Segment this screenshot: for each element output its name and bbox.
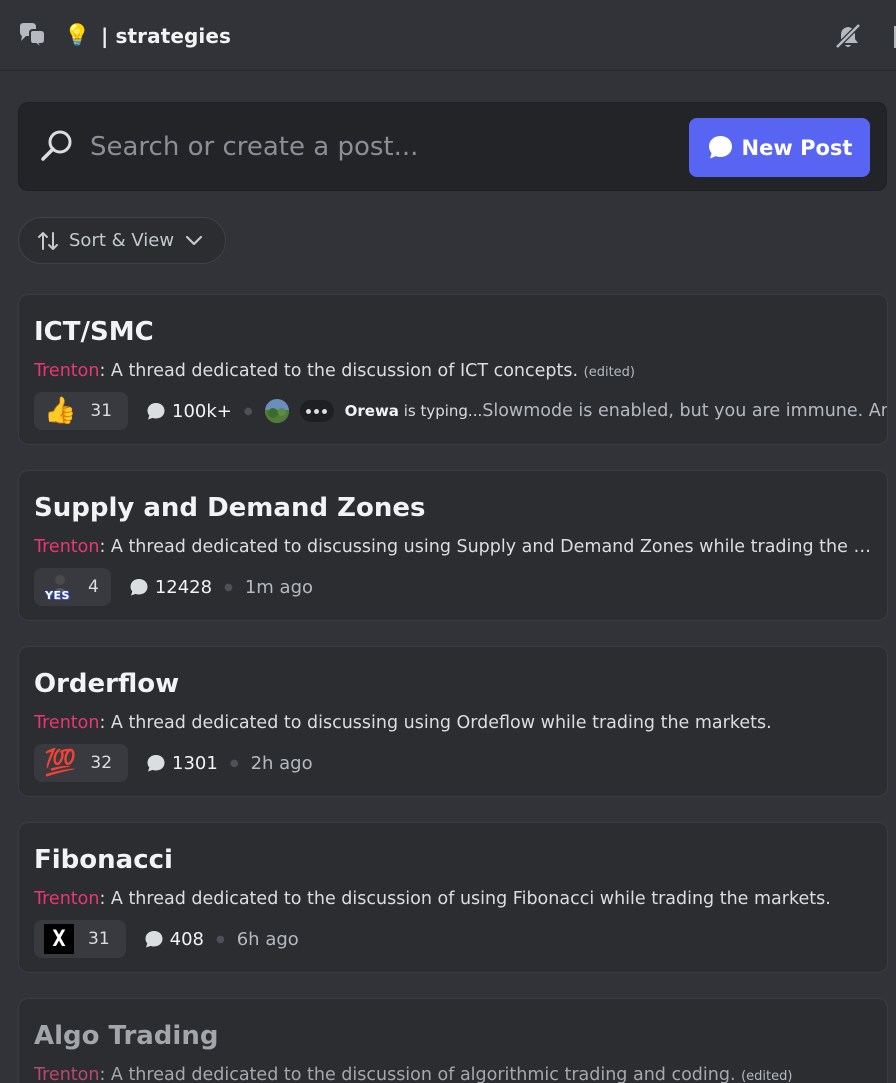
reaction-count: 32 [90,753,113,773]
post-title: ICT/SMC [34,317,154,347]
reaction-button[interactable]: X 31 [34,920,126,958]
last-activity-time: 1m ago [244,576,314,598]
separator-dot: ● [243,405,253,417]
message-count-value: 408 [169,928,204,950]
post-snippet: Trenton: A thread dedicated to discussin… [34,711,874,735]
search-icon [41,130,72,161]
snippet-text: : A thread dedicated to discussing using… [99,537,874,557]
channel-emoji: 💡 [64,23,91,47]
reaction-count: 31 [88,929,110,949]
chevron-down-icon [185,235,203,245]
thumbs-up-icon: 👍 [44,396,77,426]
post-meta: 💯 32 1301 ● 2h ago [34,743,313,783]
new-post-button[interactable]: New Post [689,118,870,177]
new-post-label: New Post [741,135,853,160]
search-box: New Post [18,102,887,191]
post-card-orderflow[interactable]: Orderflow Trenton: A thread dedicated to… [18,646,888,797]
threads-icon[interactable] [888,26,896,48]
message-count-value: 12428 [154,576,213,598]
post-snippet: Trenton: A thread dedicated to discussin… [34,535,874,559]
snippet-text: : A thread dedicated to the discussion o… [99,889,831,909]
latest-message: Slowmode is enabled, but you are immune.… [482,401,888,421]
message-count-value: 1301 [172,752,218,774]
post-card-fibonacci[interactable]: Fibonacci Trenton: A thread dedicated to… [18,822,888,973]
forum-channel-icon [20,23,46,50]
post-title: Fibonacci [34,845,173,875]
post-snippet: Trenton: A thread dedicated to the discu… [34,1063,834,1083]
typing-status: Orewa is typing... [345,402,483,420]
message-count: 100k+ [146,401,232,422]
typing-indicator [299,400,334,422]
post-title: Orderflow [34,669,180,699]
sort-label: Sort & View [69,230,175,251]
post-card-algo-trading[interactable]: Algo Trading Trenton: A thread dedicated… [18,998,888,1083]
separator-dot: ● [229,757,239,769]
search-input[interactable] [90,127,650,167]
message-count: 1301 [146,753,218,774]
post-author: Trenton [34,537,100,557]
edited-label: (edited) [741,1069,793,1083]
post-card-supply-demand[interactable]: Supply and Demand Zones Trenton: A threa… [18,470,888,621]
hundred-points-icon: 💯 [44,748,77,778]
post-snippet: Trenton: A thread dedicated to the discu… [34,359,874,385]
snippet-text: : A thread dedicated to the discussion o… [99,1065,736,1083]
channel-header: 💡 | strategies [0,0,896,71]
typing-suffix: is typing... [398,402,483,420]
post-meta: X 31 408 ● 6h ago [34,919,299,959]
post-title: Supply and Demand Zones [34,493,426,523]
separator-dot: ● [216,933,225,945]
typing-user: Orewa [344,402,399,420]
reaction-button[interactable]: 💯 32 [34,744,129,782]
post-meta: YES 4 12428 ● 1m ago [34,567,313,607]
reaction-count: 31 [90,401,113,421]
snippet-text: : A thread dedicated to discussing using… [99,713,772,733]
post-author: Trenton [34,713,100,733]
separator-dot: ● [224,581,233,593]
edited-label: (edited) [583,365,635,380]
post-title: Algo Trading [34,1021,219,1051]
sort-and-view-button[interactable]: Sort & View [18,217,226,264]
post-snippet: Trenton: A thread dedicated to the discu… [34,887,874,911]
last-activity-time: 6h ago [236,928,299,950]
yes-emoji-icon: YES [44,571,76,603]
message-count-value: 100k+ [172,400,232,422]
message-count: 408 [144,929,204,950]
message-count: 12428 [129,577,212,598]
x-emoji-icon: X [44,924,74,954]
chat-bubble-icon [708,136,732,159]
post-author: Trenton [34,361,100,381]
chat-bubble-icon [147,403,165,420]
post-author: Trenton [34,889,100,909]
post-author: Trenton [34,1065,100,1083]
last-activity-time: 2h ago [250,752,313,774]
chat-bubble-icon [130,579,148,596]
bell-slash-icon[interactable] [832,20,864,52]
reaction-button[interactable]: 👍 31 [34,392,129,430]
snippet-text: : A thread dedicated to the discussion o… [99,361,579,381]
chat-bubble-icon [147,755,165,772]
reaction-button[interactable]: YES 4 [34,568,111,606]
post-meta: 👍 31 100k+ ● Orewa is typing... Slowmode… [34,391,888,431]
sort-arrows-icon [38,231,58,250]
avatar [264,399,289,423]
post-card-ict-smc[interactable]: ICT/SMC Trenton: A thread dedicated to t… [18,294,888,445]
chat-bubble-icon [145,931,163,948]
channel-name: | strategies [101,24,232,48]
reaction-count: 4 [88,577,99,597]
